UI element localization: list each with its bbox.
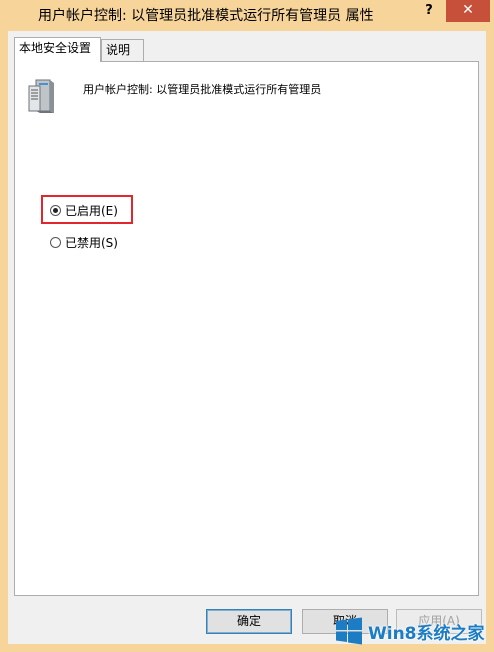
title-bar[interactable]: 用户帐户控制: 以管理员批准模式运行所有管理员 属性 ? ✕ xyxy=(0,0,494,30)
watermark: Win8系统之家 xyxy=(330,610,494,652)
enabled-option[interactable]: 已启用(E) xyxy=(50,201,118,219)
dialog-client-area: 本地安全设置 说明 用户帐户控制: 以管理员批准模式运行所有管理员 已启用(E) xyxy=(8,31,486,644)
windows-logo-icon xyxy=(336,617,362,645)
disabled-option[interactable]: 已禁用(S) xyxy=(50,233,118,251)
enabled-label[interactable]: 已启用(E) xyxy=(65,202,118,219)
help-button[interactable]: ? xyxy=(414,0,444,22)
tab-explain[interactable]: 说明 xyxy=(101,39,144,61)
watermark-text: Win8系统之家 xyxy=(368,623,485,644)
tab-local-security-setting[interactable]: 本地安全设置 xyxy=(14,37,101,62)
properties-window: 用户帐户控制: 以管理员批准模式运行所有管理员 属性 ? ✕ 本地安全设置 说明… xyxy=(0,0,494,652)
disabled-radio[interactable] xyxy=(50,236,61,248)
ok-button[interactable]: 确定 xyxy=(206,609,292,634)
tab-panel: 用户帐户控制: 以管理员批准模式运行所有管理员 已启用(E) 已禁用(S) xyxy=(14,61,479,596)
policy-name: 用户帐户控制: 以管理员批准模式运行所有管理员 xyxy=(83,83,322,96)
server-icon xyxy=(28,79,54,113)
window-title: 用户帐户控制: 以管理员批准模式运行所有管理员 属性 xyxy=(38,8,374,24)
close-button[interactable]: ✕ xyxy=(446,0,490,22)
disabled-label[interactable]: 已禁用(S) xyxy=(65,234,118,251)
enabled-radio[interactable] xyxy=(50,204,61,216)
